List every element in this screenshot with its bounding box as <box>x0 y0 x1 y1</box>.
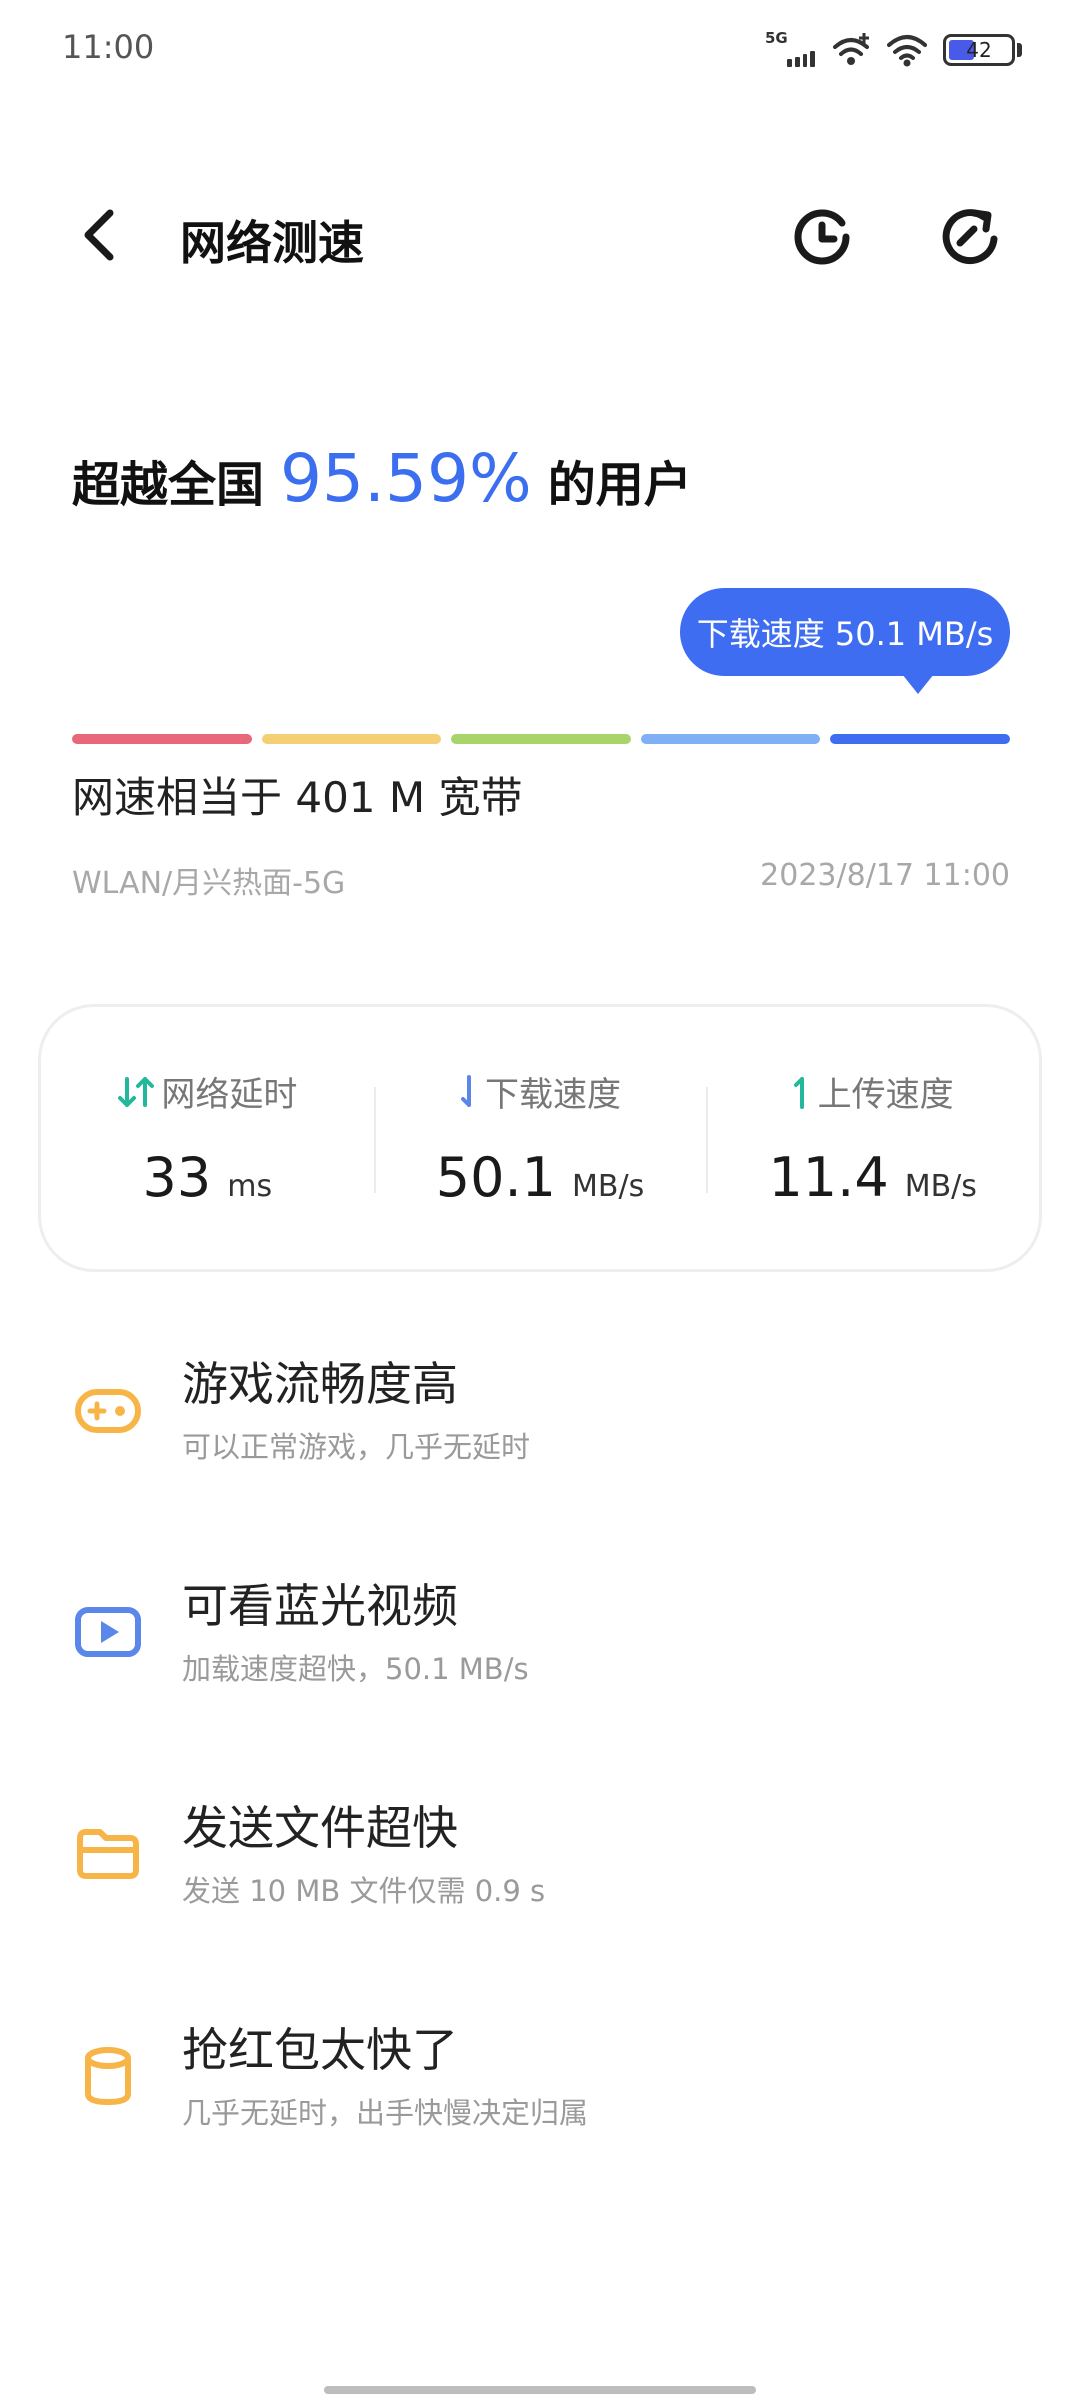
video-play-icon <box>75 1607 141 1657</box>
speed-scale <box>72 734 1010 744</box>
metrics-card: 网络延时 33 ms 下载速度 50.1 MB/s 上传速度 11.4 MB/s <box>38 1004 1042 1272</box>
metric-upload: 上传速度 11.4 MB/s <box>706 1007 1039 1269</box>
chevron-left-icon <box>84 209 114 261</box>
refresh-icon[interactable] <box>934 201 1006 273</box>
feature-subtitle: 可以正常游戏，几乎无延时 <box>182 1430 531 1464</box>
metric-unit-download: MB/s <box>572 1169 645 1204</box>
metric-label-upload: 上传速度 <box>817 1075 954 1115</box>
status-bar: 11:00 5G 42 <box>0 0 1080 100</box>
feature-red-packet[interactable]: 抢红包太快了 几乎无延时，出手快慢决定归属 <box>0 2006 1080 2146</box>
history-clock-icon[interactable] <box>786 201 858 273</box>
5g-signal-icon: 5G <box>765 29 815 67</box>
battery-level: 42 <box>966 38 992 62</box>
gamepad-icon <box>75 1389 141 1433</box>
result-suffix: 的用户 <box>547 457 692 513</box>
result-percent: 95.59% <box>280 440 532 517</box>
metric-label-download: 下载速度 <box>485 1075 621 1115</box>
back-button[interactable] <box>70 205 130 265</box>
feature-file-transfer[interactable]: 发送文件超快 发送 10 MB 文件仅需 0.9 s <box>0 1784 1080 1924</box>
metric-value-download: 50.1 <box>435 1146 557 1209</box>
status-time: 11:00 <box>62 28 155 66</box>
scale-segment-2 <box>261 734 442 744</box>
home-indicator[interactable] <box>324 2386 756 2394</box>
feature-subtitle: 加载速度超快，50.1 MB/s <box>182 1652 529 1686</box>
feature-title: 抢红包太快了 <box>182 2023 458 2077</box>
download-arrow-icon <box>459 1074 479 1109</box>
metric-unit-latency: ms <box>227 1169 273 1204</box>
status-icons: 5G 42 <box>765 29 1022 70</box>
mobile-data-icon <box>833 33 869 65</box>
test-time: 2023/8/17 11:00 <box>760 858 1010 893</box>
feature-subtitle: 几乎无延时，出手快慢决定归属 <box>182 2096 589 2130</box>
metric-latency: 网络延时 33 ms <box>41 1007 374 1269</box>
feature-title: 发送文件超快 <box>182 1801 458 1855</box>
page-title: 网络测速 <box>180 216 364 270</box>
scale-segment-1 <box>72 734 252 744</box>
network-name: WLAN/月兴热面-5G <box>72 866 346 901</box>
red-packet-icon <box>85 2047 131 2106</box>
battery-icon: 42 <box>943 34 1015 66</box>
metric-label-latency: 网络延时 <box>161 1075 298 1115</box>
latency-arrows-icon <box>117 1075 155 1109</box>
result-headline: 超越全国 95.59% 的用户 <box>72 440 692 517</box>
feature-subtitle: 发送 10 MB 文件仅需 0.9 s <box>182 1874 546 1908</box>
feature-title: 游戏流畅度高 <box>182 1357 458 1411</box>
scale-segment-4 <box>640 734 821 744</box>
upload-arrow-icon <box>792 1075 812 1109</box>
network-type-label: 5G <box>765 29 788 47</box>
metric-value-latency: 33 <box>142 1146 212 1209</box>
scale-segment-3 <box>451 734 631 744</box>
metric-value-upload: 11.4 <box>768 1146 889 1209</box>
metric-download: 下载速度 50.1 MB/s <box>373 1007 707 1269</box>
header: 网络测速 <box>0 185 1080 285</box>
scale-segment-5 <box>830 734 1010 744</box>
wifi-icon <box>887 35 927 67</box>
feature-gaming[interactable]: 游戏流畅度高 可以正常游戏，几乎无延时 <box>0 1340 1080 1480</box>
bandwidth-equivalent: 网速相当于 401 M 宽带 <box>72 773 523 822</box>
battery-tip <box>1017 43 1022 57</box>
feature-title: 可看蓝光视频 <box>182 1579 458 1633</box>
feature-video[interactable]: 可看蓝光视频 加载速度超快，50.1 MB/s <box>0 1562 1080 1702</box>
folder-icon <box>77 1829 139 1879</box>
download-speed-tooltip: 下载速度 50.1 MB/s <box>680 588 1010 694</box>
result-prefix: 超越全国 <box>72 457 265 513</box>
metric-unit-upload: MB/s <box>904 1169 977 1204</box>
